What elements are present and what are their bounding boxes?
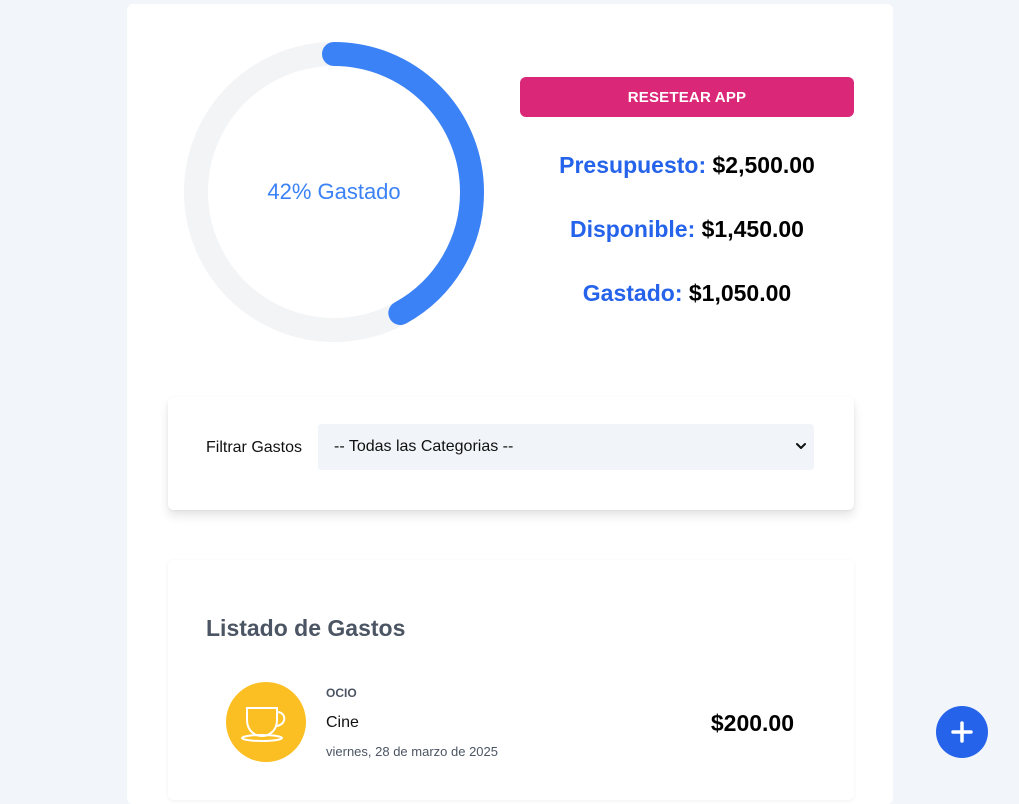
expense-amount: $200.00 (710, 710, 794, 736)
spent-label: Gastado: (582, 280, 683, 306)
expense-list-card: Listado de Gastos Ocio Cine viernes, 28 … (168, 560, 854, 800)
expense-date: viernes, 28 de marzo de 2025 (326, 744, 498, 759)
plus-icon (951, 721, 973, 743)
filter-selected-value: -- Todas las Categorias -- (334, 438, 514, 455)
available-value: $1,450.00 (701, 216, 804, 242)
budget-label: Presupuesto: (559, 152, 707, 178)
available-stat: Disponible: $1,450.00 (520, 216, 854, 243)
expense-name: Cine (326, 714, 359, 731)
chevron-down-icon (796, 443, 806, 449)
spent-value: $1,050.00 (688, 280, 792, 306)
budget-stat: Presupuesto: $2,500.00 (520, 152, 854, 179)
category-filter-select[interactable]: -- Todas las Categorias -- (318, 424, 814, 470)
add-expense-button[interactable] (936, 706, 988, 758)
filter-label: Filtrar Gastos (206, 439, 303, 456)
spending-progress-ring: 42% Gastado (183, 41, 485, 343)
cup-icon (241, 707, 286, 742)
expense-category-badge (226, 682, 306, 762)
filter-card: Filtrar Gastos -- Todas las Categorias -… (168, 397, 854, 510)
budget-value: $2,500.00 (712, 152, 815, 178)
available-label: Disponible: (570, 216, 696, 242)
spent-stat: Gastado: $1,050.00 (520, 280, 854, 307)
reset-app-button[interactable]: Resetear App (520, 77, 854, 117)
expense-list-title: Listado de Gastos (206, 615, 406, 641)
expense-category: Ocio (326, 686, 357, 700)
progress-label: 42% Gastado (267, 179, 401, 204)
expense-item[interactable]: Ocio Cine viernes, 28 de marzo de 2025 $… (226, 682, 816, 762)
